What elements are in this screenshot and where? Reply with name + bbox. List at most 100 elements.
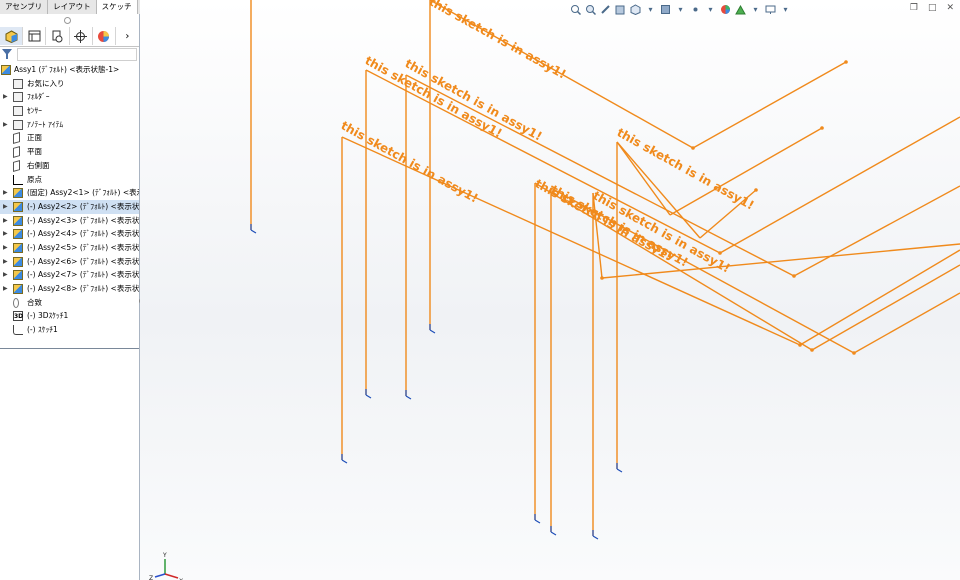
command-tab[interactable]: アセンブリ [0, 0, 49, 14]
tree-item[interactable]: 合致 [0, 296, 139, 310]
component-origin-icon [550, 526, 557, 536]
sketch-line[interactable] [811, 264, 960, 351]
tree-item[interactable]: 原点 [0, 173, 139, 187]
sketch-line[interactable] [793, 185, 960, 277]
display-manager-tab[interactable] [93, 27, 116, 45]
tree-item[interactable]: ▶ (-) Assy2<5> (ﾃﾞﾌｫﾙﾄ) <表示状態- [0, 241, 139, 255]
annotation-icon [13, 119, 23, 130]
tree-item-label: 合致 [27, 297, 42, 307]
property-manager-tab[interactable] [23, 27, 47, 45]
tree-item[interactable]: ▶ (-) Assy2<7> (ﾃﾞﾌｫﾙﾄ) <表示状態- [0, 268, 139, 282]
sketch-line[interactable] [799, 249, 960, 346]
tree-item-label: 原点 [27, 174, 42, 184]
sketch-point[interactable] [600, 276, 604, 280]
tree-item-label: (-) Assy2<7> (ﾃﾞﾌｫﾙﾄ) <表示状態- [27, 270, 139, 280]
expand-arrow-icon[interactable]: ▶ [3, 118, 8, 132]
sketch-point[interactable] [718, 251, 722, 255]
tree-filter-input[interactable] [17, 48, 137, 61]
sketch-line[interactable] [692, 61, 847, 149]
tree-root-label: Assy1 (ﾃﾞﾌｫﾙﾄ) <表示状態-1> [14, 65, 120, 74]
sketch3d-icon: 3D [13, 311, 24, 322]
sketch-icon [13, 325, 23, 336]
sketch-point[interactable] [798, 343, 802, 347]
tree-item[interactable]: 3D (-) 3Dｽｹｯﾁ1 [0, 309, 139, 323]
tree-item-label: 平面 [27, 147, 42, 157]
tree-item-label: ﾌｫﾙﾀﾞｰ [27, 92, 50, 102]
sketch-line[interactable] [719, 116, 960, 254]
tree-item-label: お気に入り [27, 78, 65, 88]
expand-arrow-icon[interactable]: ▶ [3, 214, 8, 228]
tree-item[interactable]: ▶ (-) Assy2<4> (ﾃﾞﾌｫﾙﾄ) <表示状態- [0, 227, 139, 241]
expand-arrow-icon[interactable]: ▶ [3, 186, 8, 200]
expand-arrow-icon[interactable]: ▶ [3, 268, 8, 282]
tree-item[interactable]: ▶ (-) Assy2<8> (ﾃﾞﾌｫﾙﾄ) <表示状態- [0, 282, 139, 296]
panel-tab-strip: › [0, 27, 139, 47]
tree-item[interactable]: ▶ ﾌｫﾙﾀﾞｰ [0, 90, 139, 104]
tree-item[interactable]: 正面 [0, 131, 139, 145]
tree-item[interactable]: ▶ (-) Assy2<6> (ﾃﾞﾌｫﾙﾄ) <表示状態- [0, 255, 139, 269]
panel-grip-icon[interactable] [64, 17, 71, 24]
tree-item-label: 右側面 [27, 160, 50, 170]
assembly-icon [13, 201, 23, 212]
feature-tree: Assy1 (ﾃﾞﾌｫﾙﾄ) <表示状態-1> お気に入り ▶ ﾌｫﾙﾀﾞｰ ｾﾝｻｰ… [0, 63, 139, 337]
expand-arrow-icon[interactable]: ▶ [3, 200, 8, 214]
assembly-icon [13, 229, 23, 240]
tree-item-label: (-) Assy2<3> (ﾃﾞﾌｫﾙﾄ) <表示状態- [27, 215, 139, 225]
tree-item[interactable]: ▶ (-) Assy2<3> (ﾃﾞﾌｫﾙﾄ) <表示状態- [0, 214, 139, 228]
tree-item[interactable]: (-) ｽｹｯﾁ1 [0, 323, 139, 337]
triad-z-axis [154, 573, 166, 578]
command-tab[interactable]: レイアウト [48, 0, 97, 14]
expand-arrow-icon[interactable]: ▶ [3, 227, 8, 241]
tree-item[interactable]: ｾﾝｻｰ [0, 104, 139, 118]
tree-item-label: (-) Assy2<2> (ﾃﾞﾌｫﾙﾄ) <表示状態- [27, 201, 139, 211]
tree-item[interactable]: お気に入り [0, 77, 139, 91]
sketch-point[interactable] [754, 188, 758, 192]
tree-item[interactable]: ▶ (-) Assy2<2> (ﾃﾞﾌｫﾙﾄ) <表示状態- [0, 199, 139, 214]
tree-root[interactable]: Assy1 (ﾃﾞﾌｫﾙﾄ) <表示状態-1> [0, 63, 139, 77]
sketch-line[interactable] [853, 292, 960, 354]
sketch-point[interactable] [844, 60, 848, 64]
folder-icon [13, 92, 23, 103]
feature-manager-tab[interactable] [0, 27, 24, 45]
tree-item[interactable]: ▶ (固定) Assy2<1> (ﾃﾞﾌｫﾙﾄ) <表示状 [0, 186, 139, 200]
favorites-icon [13, 78, 23, 89]
origin-icon [13, 174, 23, 185]
component-origin-icon [405, 390, 412, 400]
mates-icon [13, 297, 19, 308]
tree-item-label: (-) Assy2<6> (ﾃﾞﾌｫﾙﾄ) <表示状態- [27, 256, 139, 266]
tree-item-label: ｾﾝｻｰ [27, 106, 42, 116]
tree-item-label: (固定) Assy2<1> (ﾃﾞﾌｫﾙﾄ) <表示状 [27, 188, 139, 198]
sketch-point[interactable] [852, 351, 856, 355]
expand-arrow-icon[interactable]: ▶ [3, 241, 8, 255]
command-tab[interactable]: スケッチ [96, 0, 138, 14]
dimxpert-tab[interactable] [70, 27, 93, 45]
tree-item[interactable]: 平面 [0, 145, 139, 159]
sketch-text[interactable]: this sketch is in assy1! [339, 118, 481, 205]
sketch-point[interactable] [810, 348, 814, 352]
component-origin-icon [616, 463, 623, 473]
graphics-viewport[interactable]: ▾ ▾ ▾ ▾ ▾ ❐ □ ✕ this sketch is in assy1!… [140, 0, 960, 580]
sketch-text[interactable]: this sketch is in assy1! [427, 0, 569, 82]
component-origin-icon [592, 530, 599, 540]
tree-item-label: (-) ｽｹｯﾁ1 [27, 325, 58, 335]
sketch-point[interactable] [820, 126, 824, 130]
sensor-icon [13, 106, 23, 117]
configuration-manager-tab[interactable] [46, 27, 70, 45]
sketch-point[interactable] [792, 274, 796, 278]
sketch-point[interactable] [691, 146, 695, 150]
filter-icon[interactable] [1, 48, 15, 60]
tree-item-label: 正面 [27, 133, 42, 143]
tree-item[interactable]: 右側面 [0, 159, 139, 173]
assembly-icon [13, 256, 23, 267]
tree-item-label: (-) Assy2<5> (ﾃﾞﾌｫﾙﾄ) <表示状態- [27, 242, 139, 252]
display-manager-icon [98, 30, 110, 42]
expand-arrow-icon[interactable]: ▶ [3, 282, 8, 296]
expand-arrow-icon[interactable]: ▶ [3, 255, 8, 269]
expand-arrow-icon[interactable]: ▶ [3, 90, 8, 104]
tree-item-label: ｱﾉﾃｰﾄ ｱｲﾃﾑ [27, 119, 64, 129]
assembly-icon [13, 215, 23, 226]
tree-item[interactable]: ▶ ｱﾉﾃｰﾄ ｱｲﾃﾑ [0, 118, 139, 132]
more-tabs-chevron-icon[interactable]: › [116, 27, 139, 45]
tree-item-label: (-) 3Dｽｹｯﾁ1 [27, 311, 69, 321]
assembly-icon [13, 270, 23, 281]
